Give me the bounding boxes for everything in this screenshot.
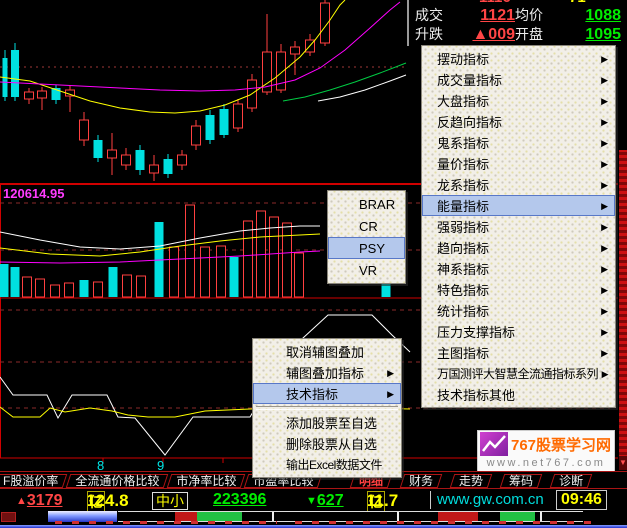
watermark-url: www.net767.com [478, 457, 614, 469]
menu-item[interactable]: 万国测评大智慧全流通指标系列▶ [422, 363, 615, 384]
submenu-arrow-icon: ▶ [387, 384, 394, 405]
chart-context-menu: 取消辅图叠加辅图叠加指标▶技术指标▶ 添加股票至自选删除股票从自选输出Excel数… [252, 338, 402, 478]
quote-row: 成交 1121 均价 1088 [409, 6, 627, 25]
menu-item[interactable]: CR [328, 215, 405, 237]
indicator-category-menu: 摆动指标▶成交量指标▶大盘指标▶反趋向指标▶鬼系指标▶量价指标▶龙系指标▶能量指… [421, 45, 616, 408]
tab-市净率比较[interactable]: 市净率比较 [169, 474, 243, 488]
volume-value-label: 120614.95 [3, 186, 64, 201]
quote-row: 升跌 ▲009 开盘 1095 [409, 25, 627, 44]
submenu-arrow-icon: ▶ [601, 343, 608, 364]
quote-panel: 1116 71 成交 1121 均价 1088 升跌 ▲009 开盘 1095 [407, 0, 627, 46]
submenu-arrow-icon: ▶ [601, 196, 608, 217]
tab-全流通价格比较[interactable]: 全流通价格比较 [68, 474, 166, 488]
marquee-divider [397, 512, 399, 521]
right-scrollbar[interactable]: ▼ [619, 150, 627, 470]
submenu-arrow-icon: ▶ [601, 301, 608, 322]
menu-item[interactable]: 辅图叠加指标▶ [253, 362, 401, 383]
menu-item[interactable]: 趋向指标▶ [422, 237, 615, 258]
menu-item[interactable]: 龙系指标▶ [422, 174, 615, 195]
submenu-arrow-icon: ▶ [601, 259, 608, 280]
tick-dashes [55, 521, 277, 524]
menu-separator [256, 406, 398, 410]
menu-item[interactable]: 主图指标▶ [422, 342, 615, 363]
submenu-arrow-icon: ▶ [601, 322, 608, 343]
menu-item[interactable]: 技术指标其他 [422, 384, 615, 405]
marquee-segment [438, 512, 478, 521]
submenu-arrow-icon: ▶ [387, 363, 394, 384]
menu-item[interactable]: 取消辅图叠加 [253, 341, 401, 362]
menu-item[interactable]: 摆动指标▶ [422, 48, 615, 69]
menu-item[interactable]: 鬼系指标▶ [422, 132, 615, 153]
decliners-count: ▼627 [306, 490, 317, 511]
submenu-arrow-icon: ▶ [601, 133, 608, 154]
menu-item[interactable]: 技术指标▶ [253, 383, 401, 404]
quote-label: 均价 [515, 6, 543, 25]
quote-value[interactable]: 1095 [551, 25, 621, 44]
menu-item[interactable]: 删除股票从自选 [253, 433, 401, 454]
submenu-arrow-icon: ▶ [601, 217, 608, 238]
tab-F股溢价率[interactable]: F股溢价率 [0, 474, 65, 488]
marquee-divider [272, 512, 274, 521]
menu-item[interactable]: 成交量指标▶ [422, 69, 615, 90]
status-divider [430, 491, 431, 509]
tab-走势[interactable]: 走势 [452, 474, 490, 488]
watermark-767: 767股票学习网 www.net767.com [477, 430, 615, 472]
menu-item[interactable]: 神系指标▶ [422, 258, 615, 279]
quote-value[interactable]: 1088 [551, 6, 621, 25]
quote-label: 开盘 [515, 25, 543, 44]
submenu-arrow-icon: ▶ [601, 175, 608, 196]
broker-site-url: www.gw.com.cn [437, 490, 544, 510]
tab-诊断[interactable]: 诊断 [552, 474, 590, 488]
submenu-arrow-icon: ▶ [601, 238, 608, 259]
board-badge[interactable]: 中小 [152, 492, 188, 510]
quote-value[interactable]: ▲009 [439, 25, 515, 44]
marquee-left-box [1, 512, 16, 522]
menu-item[interactable]: 压力支撑指标▶ [422, 321, 615, 342]
marquee-segment [197, 512, 242, 521]
tab-筹码[interactable]: 筹码 [502, 474, 540, 488]
submenu-arrow-icon: ▶ [601, 91, 608, 112]
menu-item[interactable]: 统计指标▶ [422, 300, 615, 321]
marquee-segment [500, 512, 535, 521]
advancers-count: ▲3179 [16, 490, 27, 511]
submenu-arrow-icon: ▶ [601, 70, 608, 91]
volume-count[interactable]: 223396 [213, 490, 266, 510]
menu-item[interactable]: 大盘指标▶ [422, 90, 615, 111]
marquee-divider [540, 512, 542, 521]
submenu-arrow-icon: ▶ [602, 364, 608, 385]
tick-dashes [295, 521, 600, 524]
menu-item[interactable]: 特色指标▶ [422, 279, 615, 300]
stock-app-window: 120614.95 89 1116 71 成交 1121 均价 1088 升跌 … [0, 0, 627, 528]
watermark-title: 767股票学习网 [511, 434, 611, 455]
menu-item[interactable]: 反趋向指标▶ [422, 111, 615, 132]
submenu-arrow-icon: ▶ [601, 154, 608, 175]
energy-indicator-submenu: BRARCRPSYVR [327, 190, 406, 284]
menu-item[interactable]: 量价指标▶ [422, 153, 615, 174]
submenu-arrow-icon: ▶ [601, 49, 608, 70]
menu-item[interactable]: 强弱指标▶ [422, 216, 615, 237]
quote-value[interactable]: 1121 [439, 6, 515, 25]
tab-财务[interactable]: 财务 [402, 474, 440, 488]
menu-item[interactable]: VR [328, 259, 405, 281]
scroll-down-arrow-icon[interactable]: ▼ [619, 456, 627, 470]
menu-item[interactable]: BRAR [328, 193, 405, 215]
menu-item[interactable]: 输出Excel数据文件 [253, 454, 401, 475]
menu-item[interactable]: 能量指标▶ [422, 195, 615, 216]
menu-item[interactable]: 添加股票至自选 [253, 412, 401, 433]
submenu-arrow-icon: ▶ [601, 280, 608, 301]
submenu-arrow-icon: ▶ [601, 112, 608, 133]
marquee-segment [175, 512, 197, 521]
chart-logo-icon [480, 432, 508, 456]
clock: 09:46 [556, 490, 607, 510]
menu-item[interactable]: PSY [328, 237, 405, 259]
status-bar: ▲3179 124.8亿 中小 223396 ▼627 11.7亿 www.gw… [0, 489, 627, 511]
